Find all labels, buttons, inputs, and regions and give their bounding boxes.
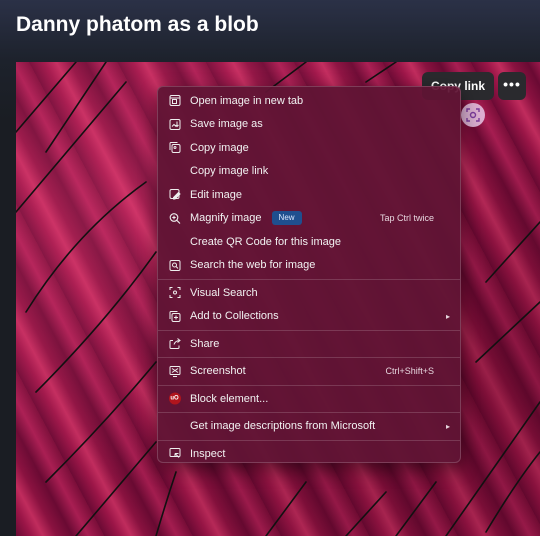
menu-item-label: Copy image link: [190, 165, 269, 178]
menu-item-open-image-new-tab[interactable]: Open image in new tab: [158, 89, 460, 113]
menu-item-create-qr-code[interactable]: Create QR Code for this image: [158, 230, 460, 254]
inspect-icon: [168, 447, 181, 460]
shortcut-hint: Ctrl+Shift+S: [385, 366, 434, 377]
menu-item-label: Inspect: [190, 447, 226, 460]
menu-divider: [158, 278, 460, 280]
menu-item-label: Visual Search: [190, 286, 258, 299]
copy-image-icon: [168, 141, 181, 154]
save-image-icon: [168, 118, 181, 131]
menu-item-copy-image[interactable]: Copy image: [158, 136, 460, 160]
menu-item-block-element[interactable]: uO Block element...: [158, 387, 460, 411]
menu-item-edit-image[interactable]: Edit image: [158, 183, 460, 207]
collections-icon: [168, 310, 181, 323]
submenu-arrow-icon: ▸: [445, 311, 450, 321]
menu-item-visual-search[interactable]: Visual Search: [158, 281, 460, 305]
visual-search-icon[interactable]: [461, 103, 485, 127]
menu-item-search-web-for-image[interactable]: Search the web for image: [158, 254, 460, 278]
menu-item-magnify-image[interactable]: Magnify image New Tap Ctrl twice: [158, 207, 460, 231]
visual-search-icon: [168, 286, 181, 299]
menu-item-label: Search the web for image: [190, 259, 316, 272]
menu-item-label: Screenshot: [190, 365, 246, 378]
menu-divider: [158, 412, 460, 413]
search-web-icon: [168, 259, 181, 272]
context-menu: Open image in new tab Save image as Copy…: [157, 86, 461, 463]
menu-item-label: Edit image: [190, 188, 242, 201]
menu-item-label: Get image descriptions from Microsoft: [190, 420, 376, 433]
menu-item-label: Block element...: [190, 392, 269, 405]
menu-item-share[interactable]: Share: [158, 332, 460, 356]
menu-item-inspect[interactable]: Inspect: [158, 442, 460, 466]
menu-item-label: Share: [190, 337, 220, 350]
screenshot-icon: [168, 365, 181, 378]
ublock-icon: uO: [168, 392, 181, 405]
menu-item-label: Magnify image: [190, 212, 262, 225]
menu-item-screenshot[interactable]: Screenshot Ctrl+Shift+S: [158, 360, 460, 384]
menu-item-label: Copy image: [190, 141, 249, 154]
ublock-logo: uO: [168, 392, 181, 405]
new-badge: New: [271, 211, 302, 226]
shortcut-hint: Tap Ctrl twice: [379, 213, 434, 224]
magnify-icon: [168, 212, 181, 225]
menu-item-copy-image-link[interactable]: Copy image link: [158, 160, 460, 184]
menu-item-image-descriptions[interactable]: Get image descriptions from Microsoft ▸: [158, 415, 460, 439]
open-new-tab-icon: [168, 94, 181, 107]
menu-item-add-to-collections[interactable]: Add to Collections ▸: [158, 305, 460, 329]
submenu-arrow-icon: ▸: [445, 421, 450, 431]
more-options-button[interactable]: •••: [498, 72, 526, 100]
menu-divider: [158, 357, 460, 358]
menu-item-label: Open image in new tab: [190, 94, 304, 107]
menu-item-label: Save image as: [190, 118, 263, 131]
menu-item-save-image-as[interactable]: Save image as: [158, 113, 460, 137]
edit-image-icon: [168, 188, 181, 201]
share-icon: [168, 337, 181, 350]
menu-divider: [158, 329, 460, 331]
menu-item-label: Add to Collections: [190, 310, 279, 323]
page-title: Danny phatom as a blob: [16, 13, 259, 36]
menu-divider: [158, 384, 460, 386]
menu-divider: [158, 439, 460, 441]
menu-item-label: Create QR Code for this image: [190, 235, 342, 248]
